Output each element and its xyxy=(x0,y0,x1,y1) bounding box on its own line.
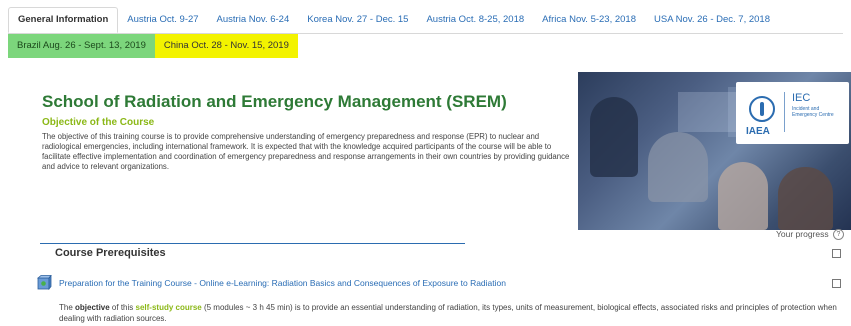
section-divider xyxy=(40,243,465,244)
section-completion-checkbox[interactable] xyxy=(832,249,841,258)
desc-mid: of this xyxy=(109,303,136,312)
progress-label: Your progress xyxy=(776,229,829,239)
tab-brazil-2019[interactable]: Brazil Aug. 26 - Sept. 13, 2019 xyxy=(8,34,155,58)
tab-austria-nov-6-24[interactable]: Austria Nov. 6-24 xyxy=(208,7,299,33)
scorm-package-icon xyxy=(37,275,52,290)
help-icon[interactable]: ? xyxy=(832,229,844,241)
tab-bar-row2: Brazil Aug. 26 - Sept. 13, 2019 China Oc… xyxy=(8,34,298,58)
banner-person xyxy=(648,132,708,202)
banner-person xyxy=(778,167,833,230)
tab-usa-nov-26-dec-7-2018[interactable]: USA Nov. 26 - Dec. 7, 2018 xyxy=(645,7,779,33)
tab-general-information[interactable]: General Information xyxy=(8,7,119,33)
banner-person xyxy=(718,162,768,230)
section-heading: Course Prerequisites xyxy=(55,247,166,259)
logo-unit-text: IEC xyxy=(792,92,811,104)
iaea-emblem-icon xyxy=(749,96,775,122)
tab-austria-oct-8-25-2018[interactable]: Austria Oct. 8-25, 2018 xyxy=(417,7,533,33)
tab-china-2019[interactable]: China Oct. 28 - Nov. 15, 2019 xyxy=(154,34,298,58)
your-progress: Your progress ? xyxy=(776,229,844,241)
banner-person xyxy=(590,97,638,177)
activity-description: The objective of this self-study course … xyxy=(59,302,839,324)
logo-unit-subtitle: Incident and Emergency Centre xyxy=(792,106,834,118)
tab-korea-nov-27-dec-15[interactable]: Korea Nov. 27 - Dec. 15 xyxy=(298,7,417,33)
tab-austria-oct-9-27[interactable]: Austria Oct. 9-27 xyxy=(118,7,207,33)
logo-org-text: IAEA xyxy=(746,126,770,137)
iaea-iec-logo: IAEA IEC Incident and Emergency Centre xyxy=(736,82,849,144)
logo-divider xyxy=(784,92,785,132)
page-title: School of Radiation and Emergency Manage… xyxy=(42,92,507,111)
tab-bar: General Information Austria Oct. 9-27 Au… xyxy=(8,7,779,33)
activity-link[interactable]: Preparation for the Training Course - On… xyxy=(59,278,506,288)
objective-heading: Objective of the Course xyxy=(42,117,155,128)
tab-africa-nov-5-23-2018[interactable]: Africa Nov. 5-23, 2018 xyxy=(533,7,645,33)
desc-objective: objective xyxy=(75,303,110,312)
desc-self-study: self-study course xyxy=(135,303,202,312)
activity-completion-checkbox[interactable] xyxy=(832,279,841,288)
objective-text: The objective of this training course is… xyxy=(42,132,570,171)
desc-prefix: The xyxy=(59,303,76,312)
course-banner-image: IAEA IEC Incident and Emergency Centre xyxy=(578,72,851,230)
